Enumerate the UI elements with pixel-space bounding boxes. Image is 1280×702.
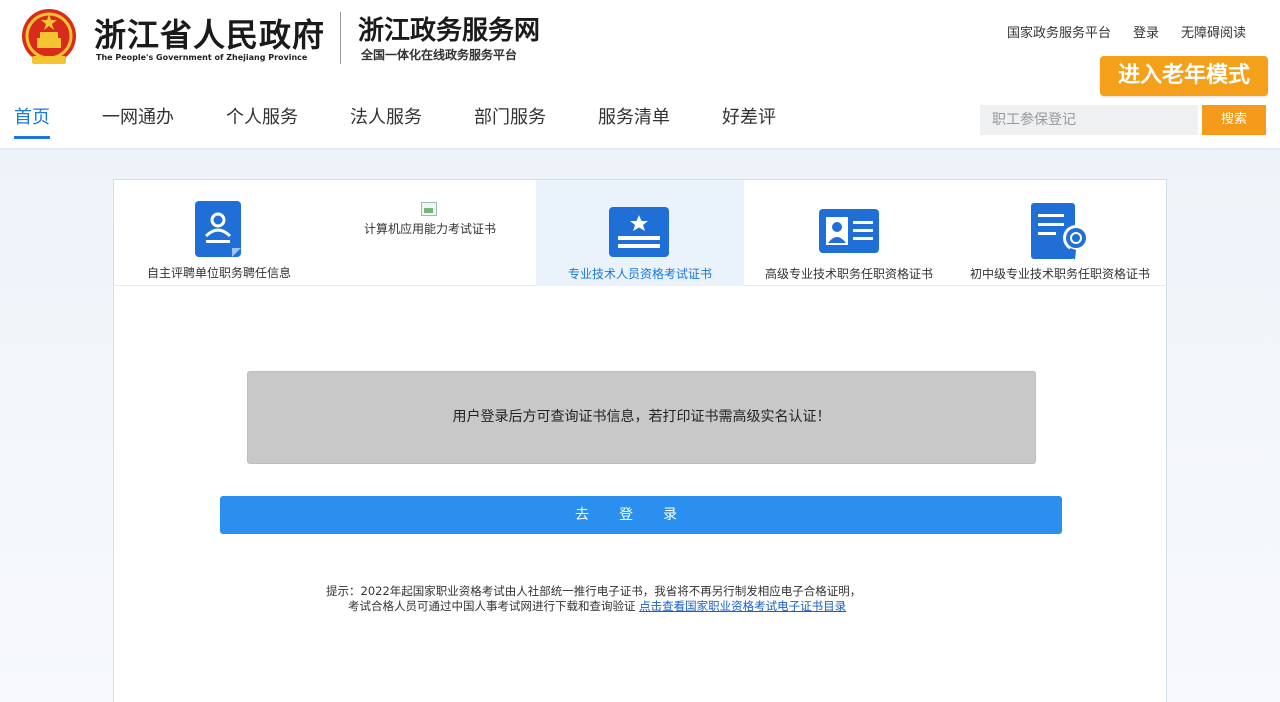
certificate-badge-icon <box>1031 203 1089 260</box>
broken-image-icon <box>421 202 437 216</box>
search-button[interactable]: 搜索 <box>1202 105 1266 135</box>
tab-self-appointment[interactable]: 自主评聘单位职务聘任信息 <box>114 180 324 286</box>
tip-line-2: 考试合格人员可通过中国人事考试网进行下载和查询验证 点击查看国家职业资格考试电子… <box>326 599 861 614</box>
tab-senior-qualification[interactable]: 高级专业技术职务任职资格证书 <box>744 180 954 286</box>
nav-service-list[interactable]: 服务清单 <box>598 103 670 139</box>
main-nav: 首页 一网通办 个人服务 法人服务 部门服务 服务清单 好差评 <box>14 103 828 139</box>
site-header: 浙江省人民政府 The People's Government of Zheji… <box>0 0 1280 150</box>
nav-evaluation[interactable]: 好差评 <box>722 103 776 139</box>
go-login-button[interactable]: 去登录 <box>220 496 1062 534</box>
certificate-tabs: 自主评聘单位职务聘任信息 计算机应用能力考试证书 专业技术人员资格考试证书 高级… <box>114 180 1166 286</box>
tab-label: 初中级专业技术职务任职资格证书 <box>969 267 1150 281</box>
login-notice: 用户登录后方可查询证书信息，若打印证书需高级实名认证！ <box>247 371 1036 464</box>
certificate-panel: 自主评聘单位职务聘任信息 计算机应用能力考试证书 专业技术人员资格考试证书 高级… <box>113 179 1167 702</box>
site-title-en: The People's Government of Zhejiang Prov… <box>96 53 308 62</box>
tab-label: 高级专业技术职务任职资格证书 <box>764 267 933 281</box>
site-title: 浙江省人民政府 <box>94 16 326 54</box>
person-document-icon <box>195 201 241 257</box>
nav-home[interactable]: 首页 <box>14 103 50 139</box>
tip-line-2-text: 考试合格人员可通过中国人事考试网进行下载和查询验证 <box>348 599 636 613</box>
tab-label: 计算机应用能力考试证书 <box>363 222 496 236</box>
portal-subtitle: 全国一体化在线政务服务平台 <box>361 48 518 62</box>
elder-mode-button[interactable]: 进入老年模式 <box>1100 56 1268 96</box>
header-divider <box>340 12 341 64</box>
portal-title: 浙江政务服务网 <box>358 16 541 46</box>
tab-label: 专业技术人员资格考试证书 <box>567 267 712 281</box>
national-platform-link[interactable]: 国家政务服务平台 <box>1007 22 1111 41</box>
nav-one-stop[interactable]: 一网通办 <box>102 103 174 139</box>
accessibility-link[interactable]: 无障碍阅读 <box>1181 22 1246 41</box>
tab-label: 自主评聘单位职务聘任信息 <box>146 266 291 280</box>
search-input[interactable]: 职工参保登记 <box>980 105 1198 135</box>
star-certificate-icon <box>609 207 669 257</box>
nav-legal-person[interactable]: 法人服务 <box>350 103 422 139</box>
tip-text: 提示：2022年起国家职业资格考试由人社部统一推行电子证书，我省将不再另行制发相… <box>326 584 861 614</box>
nav-personal[interactable]: 个人服务 <box>226 103 298 139</box>
login-link[interactable]: 登录 <box>1133 22 1159 41</box>
nav-department[interactable]: 部门服务 <box>474 103 546 139</box>
certificate-catalog-link[interactable]: 点击查看国家职业资格考试电子证书目录 <box>639 599 846 613</box>
id-card-icon <box>819 209 879 253</box>
tab-computer-exam[interactable]: 计算机应用能力考试证书 <box>324 180 536 286</box>
top-links: 国家政务服务平台 登录 无障碍阅读 <box>1007 22 1246 41</box>
tab-junior-qualification[interactable]: 初中级专业技术职务任职资格证书 <box>954 180 1166 286</box>
national-emblem-icon <box>22 9 76 64</box>
tab-professional-exam[interactable]: 专业技术人员资格考试证书 <box>536 180 744 286</box>
tip-line-1: 提示：2022年起国家职业资格考试由人社部统一推行电子证书，我省将不再另行制发相… <box>326 584 862 598</box>
